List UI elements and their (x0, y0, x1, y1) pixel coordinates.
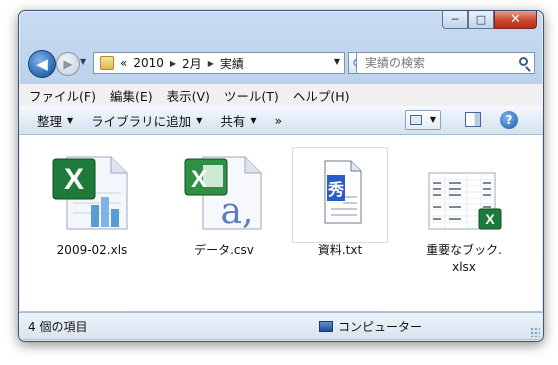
share-label: 共有 (220, 113, 246, 129)
address-dropdown-icon[interactable]: ▼ (334, 57, 340, 66)
menu-edit[interactable]: 編集(E) (110, 86, 153, 105)
preview-pane-icon[interactable] (465, 112, 481, 127)
breadcrumb-overflow[interactable]: « (120, 56, 127, 70)
file-name: 2009-02.xls (56, 243, 128, 257)
file-name: データ.csv (194, 243, 254, 257)
minimize-button[interactable]: ─ (442, 11, 468, 29)
chevron-down-icon: ▼ (196, 115, 203, 125)
forward-button[interactable]: ▶ (56, 52, 80, 76)
chevron-down-icon: ▼ (67, 115, 74, 125)
breadcrumb-current[interactable]: 実績 (220, 55, 244, 72)
svg-text:a,: a, (221, 191, 254, 232)
status-bar: 4 個の項目 コンピューター (19, 312, 543, 339)
add-to-library-button[interactable]: ライブラリに追加 ▼ (91, 111, 202, 130)
breadcrumb-2010[interactable]: 2010 (133, 56, 164, 70)
xlsx-thumbnail-icon: X (428, 172, 502, 230)
menu-tools[interactable]: ツール(T) (224, 86, 279, 105)
file-item[interactable]: X 重要なブック. xlsx (414, 153, 514, 276)
navigation-row: ◀ ▶ ▼ « 2010 ▶ 2月 ▶ 実績 ▼ ⟳ (19, 47, 543, 79)
svg-text:X: X (191, 166, 207, 193)
more-commands-button[interactable]: » (275, 113, 283, 128)
search-icon[interactable] (519, 57, 528, 66)
breadcrumb-arrow-icon[interactable]: ▶ (170, 59, 176, 68)
command-bar: 整理 ▼ ライブラリに追加 ▼ 共有 ▼ » ▼ ? (19, 106, 543, 135)
explorer-window: ─ □ ✕ ◀ ▶ ▼ « 2010 ▶ 2月 ▶ 実績 ▼ ⟳ ファイル(F)… (18, 10, 544, 342)
view-icon (410, 115, 422, 125)
chevron-down-icon: ▼ (429, 115, 436, 124)
menu-help[interactable]: ヘルプ(H) (293, 86, 350, 105)
svg-text:X: X (64, 163, 84, 196)
menu-file[interactable]: ファイル(F) (29, 86, 96, 105)
search-box[interactable] (356, 52, 535, 74)
file-item[interactable]: 秀 資料.txt (290, 153, 390, 259)
file-item[interactable]: X 2009-02.xls (42, 153, 142, 259)
help-icon[interactable]: ? (500, 111, 518, 129)
add-to-library-label: ライブラリに追加 (91, 113, 192, 129)
svg-text:X: X (485, 211, 495, 227)
recent-pages-dropdown-icon[interactable]: ▼ (80, 57, 86, 66)
file-name: 資料.txt (317, 243, 363, 257)
item-count: 4 個の項目 (28, 320, 88, 334)
change-view-button[interactable]: ▼ (405, 110, 441, 130)
excel-csv-icon: a, X (184, 156, 262, 232)
organize-button[interactable]: 整理 ▼ (37, 111, 73, 130)
location-label: コンピューター (338, 320, 423, 334)
file-item[interactable]: a, X データ.csv (174, 153, 274, 259)
resize-grip[interactable] (530, 327, 540, 337)
share-button[interactable]: 共有 ▼ (220, 111, 256, 130)
status-location: コンピューター (319, 318, 422, 335)
svg-text:秀: 秀 (327, 180, 344, 199)
search-input[interactable] (363, 55, 517, 71)
breadcrumb-feb[interactable]: 2月 (182, 55, 202, 72)
breadcrumb-arrow-icon[interactable]: ▶ (208, 59, 214, 68)
file-name: 重要なブック. xlsx (426, 243, 502, 274)
address-bar[interactable]: « 2010 ▶ 2月 ▶ 実績 ▼ (93, 52, 345, 74)
organize-label: 整理 (37, 113, 63, 129)
close-button[interactable]: ✕ (494, 11, 537, 29)
back-button[interactable]: ◀ (28, 50, 56, 78)
text-file-icon: 秀 (324, 160, 362, 224)
computer-icon (319, 321, 333, 332)
menu-bar: ファイル(F) 編集(E) 表示(V) ツール(T) ヘルプ(H) (19, 83, 543, 106)
folder-icon (100, 56, 114, 70)
menu-view[interactable]: 表示(V) (167, 86, 210, 105)
file-list: X 2009-02.xls a, X データ.csv 秀 資料.txt X 重要… (20, 135, 542, 311)
chevron-down-icon: ▼ (250, 115, 257, 125)
excel-xls-icon: X (52, 156, 128, 230)
caption-buttons: ─ □ ✕ (442, 11, 537, 31)
maximize-button[interactable]: □ (468, 11, 494, 29)
